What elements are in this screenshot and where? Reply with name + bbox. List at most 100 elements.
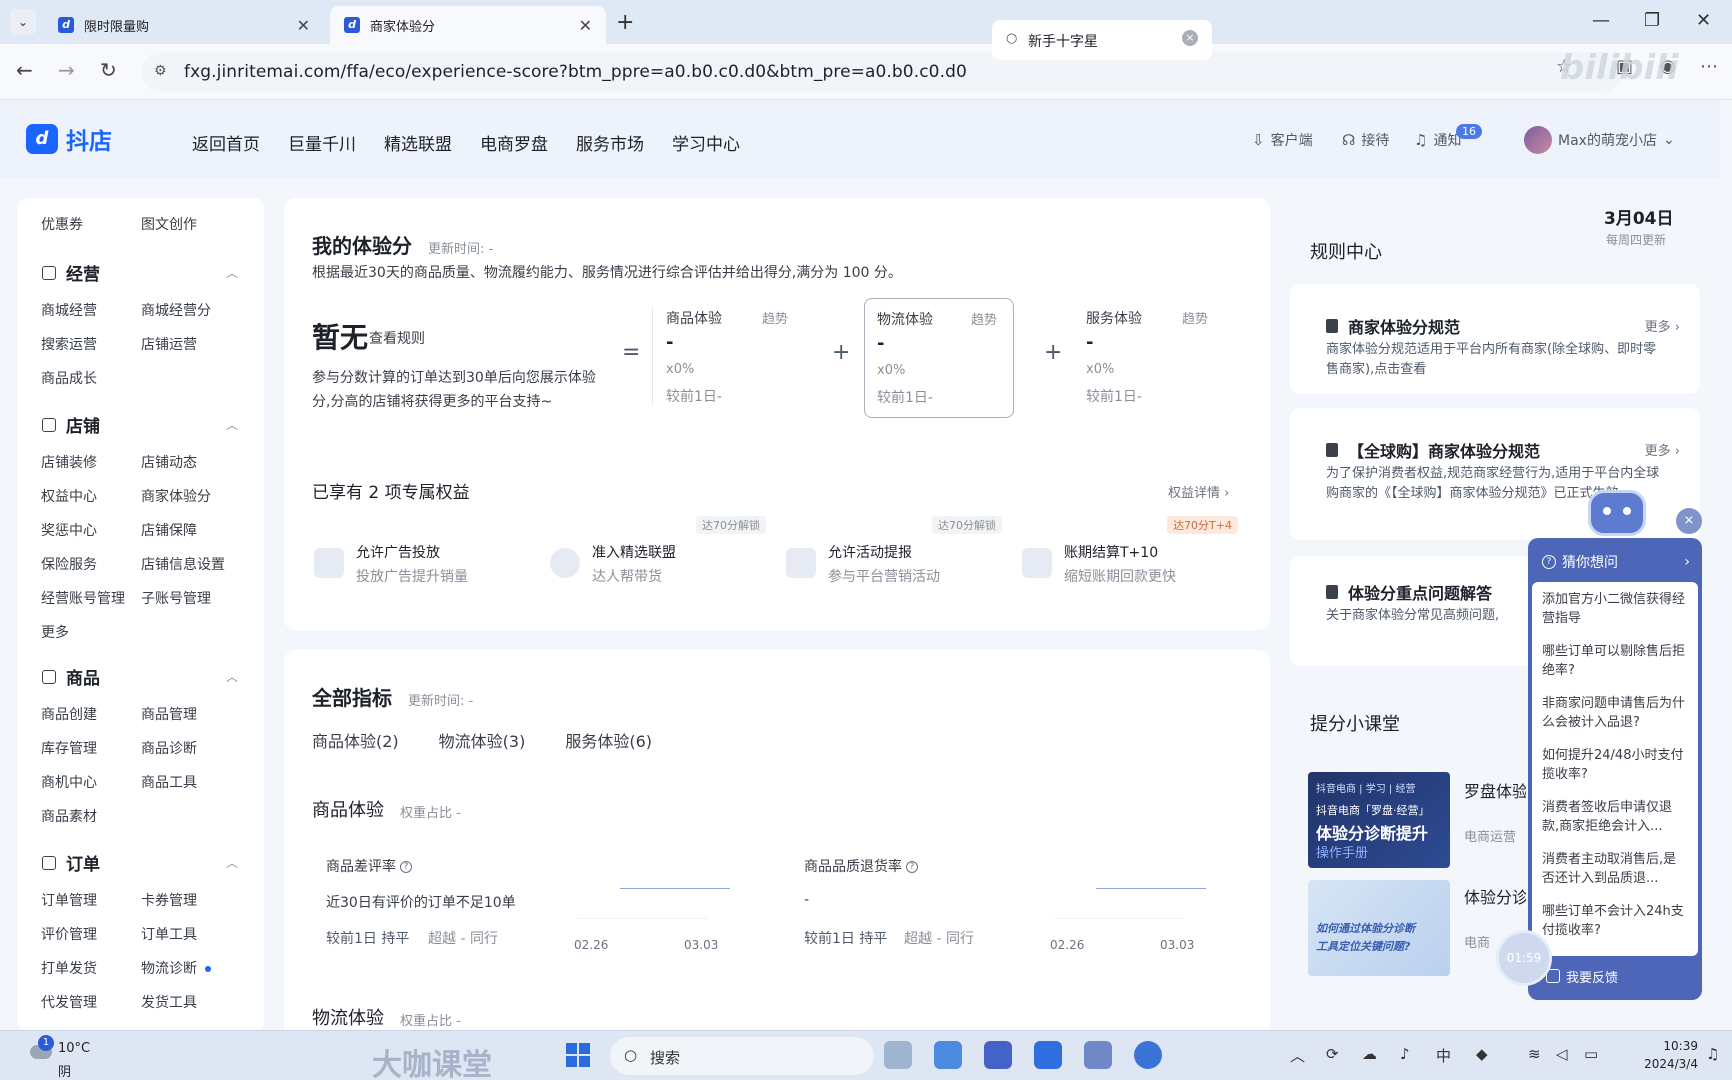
sidebar-item[interactable]: 发货工具 (141, 992, 197, 1012)
more-link[interactable]: 更多 › (1645, 440, 1680, 459)
view-rules-link[interactable]: 查看规则 (369, 328, 425, 348)
chevron-up-icon[interactable]: ︿ (226, 416, 238, 433)
sidebar-item[interactable]: 搜索运营 (41, 334, 97, 354)
chevron-up-icon[interactable]: ︿ (226, 264, 238, 281)
suggested-question[interactable]: 添加官方小二微信获得经营指导 (1542, 590, 1688, 628)
trend-link[interactable]: 趋势 (971, 309, 997, 328)
metric-service[interactable]: 服务体验 趋势 - x0% 较前1日- (1074, 298, 1224, 418)
url-field[interactable]: ⚙ fxg.jinritemai.com/ffa/eco/experience-… (142, 52, 1622, 92)
tab-logistics[interactable]: 物流体验(3) (439, 728, 526, 752)
logo[interactable]: d 抖店 (26, 122, 112, 156)
more-menu-icon[interactable]: ⋯ (1700, 56, 1718, 77)
app-icon[interactable] (1084, 1041, 1112, 1069)
sidebar-item[interactable]: 商品创建 (41, 704, 97, 724)
sidebar-item[interactable]: 店铺动态 (141, 452, 197, 472)
metric-product[interactable]: 商品体验 趋势 - x0% 较前1日- (654, 298, 804, 418)
sidebar-item[interactable]: 商品成长 (41, 368, 97, 388)
new-tab-button[interactable]: + (616, 10, 634, 35)
system-clock[interactable]: 10:39 2024/3/4 (1626, 1037, 1698, 1073)
assistant-header[interactable]: ? 猜你想问 › (1532, 542, 1698, 582)
sidebar-item-logistics-diagnosis[interactable]: 物流诊断 (141, 958, 211, 978)
nav-compass[interactable]: 电商罗盘 (480, 130, 548, 155)
minimize-button[interactable]: — (1592, 10, 1610, 31)
reception-button[interactable]: ☊ 接待 (1342, 130, 1389, 150)
tab-service[interactable]: 服务体验(6) (565, 728, 652, 752)
sidebar-item[interactable]: 商机中心 (41, 772, 97, 792)
suggested-question[interactable]: 消费者签收后申请仅退款,商家拒绝会计入... (1542, 798, 1688, 836)
microphone-icon[interactable]: ♪ (1400, 1045, 1410, 1063)
sidebar-item[interactable]: 店铺保障 (141, 520, 197, 540)
browser-app-icon[interactable] (1134, 1041, 1162, 1069)
help-icon[interactable]: ? (906, 861, 918, 873)
course-name[interactable]: 体验分诊断教程系列 (1464, 884, 1526, 908)
metric-logistics[interactable]: 物流体验 趋势 - x0% 较前1日- (864, 298, 1014, 418)
sidebar-item[interactable]: 保险服务 (41, 554, 97, 574)
forward-icon[interactable]: → (58, 58, 75, 82)
sidebar-item[interactable]: 库存管理 (41, 738, 97, 758)
site-info-icon[interactable]: ⚙ (154, 63, 167, 79)
sidebar-group-order[interactable]: 订单 (42, 850, 100, 875)
tab-list-button[interactable]: ⌄ (10, 9, 36, 35)
sidebar-item[interactable]: 商品素材 (41, 806, 97, 826)
sidebar-item[interactable]: 订单管理 (41, 890, 97, 910)
sidebar-item[interactable]: 店铺信息设置 (141, 554, 225, 574)
suggested-question[interactable]: 如何提升24/48小时支付揽收率? (1542, 746, 1688, 784)
sidebar-item[interactable]: 奖惩中心 (41, 520, 97, 540)
notification-button[interactable]: ♫ 通知 (1414, 130, 1461, 150)
nav-learning[interactable]: 学习中心 (672, 130, 740, 155)
windows-start-icon[interactable] (566, 1043, 590, 1067)
sidebar-item[interactable]: 经营账号管理 (41, 588, 125, 608)
sidebar-item[interactable]: 商城经营 (41, 300, 97, 320)
help-icon[interactable]: ? (400, 861, 412, 873)
suggested-question[interactable]: 哪些订单不会计入24h支付揽收率? (1542, 902, 1688, 940)
rule-card[interactable]: 商家体验分规范 更多 › 商家体验分规范适用于平台内所有商家(除全球购、即时零售… (1290, 284, 1700, 394)
sidebar-item-content[interactable]: 图文创作 (141, 214, 197, 234)
course-thumbnail[interactable]: 抖音电商 | 学习 | 经营 抖音电商「罗盘·经营」 体验分诊断提升 操作手册 (1308, 772, 1450, 868)
sidebar-item-more[interactable]: 更多 (41, 622, 69, 642)
nav-home[interactable]: 返回首页 (192, 130, 260, 155)
sidebar-item[interactable]: 卡券管理 (141, 890, 197, 910)
close-window-button[interactable]: ✕ (1696, 10, 1711, 31)
suggested-question[interactable]: 消费者主动取消售后,是否还计入到品质退... (1542, 850, 1688, 888)
input-method-icon[interactable]: 中 (1436, 1045, 1451, 1066)
restore-button[interactable]: ❐ (1644, 10, 1660, 31)
tab-product[interactable]: 商品体验(2) (312, 728, 399, 752)
reload-icon[interactable]: ↻ (100, 58, 117, 82)
sidebar-item[interactable]: 评价管理 (41, 924, 97, 944)
sidebar-item[interactable]: 代发管理 (41, 992, 97, 1012)
search-input[interactable]: ○ 新手十字星 × (992, 20, 1212, 60)
app-icon[interactable] (1034, 1041, 1062, 1069)
sidebar-group-product[interactable]: 商品 (42, 664, 100, 689)
trend-link[interactable]: 趋势 (762, 308, 788, 327)
sidebar-group-operation[interactable]: 经营 (42, 260, 100, 285)
sync-icon[interactable]: ⟳ (1326, 1045, 1339, 1063)
sidebar-item[interactable]: 权益中心 (41, 486, 97, 506)
sidebar-item[interactable]: 商品工具 (141, 772, 197, 792)
wifi-icon[interactable]: ≋ (1528, 1045, 1541, 1063)
nav-alliance[interactable]: 精选联盟 (384, 130, 452, 155)
sidebar-item[interactable]: 商品管理 (141, 704, 197, 724)
suggested-question[interactable]: 非商家问题申请售后为什么会被计入品退? (1542, 694, 1688, 732)
sidebar-item[interactable]: 店铺装修 (41, 452, 97, 472)
chevron-up-icon[interactable]: ︿ (1290, 1045, 1305, 1066)
nav-qianchuan[interactable]: 巨量千川 (288, 130, 356, 155)
sidebar-item[interactable]: 店铺运营 (141, 334, 197, 354)
client-button[interactable]: ⇩ 客户端 (1252, 130, 1313, 150)
browser-tab[interactable]: d 限时限量购 ✕ (44, 6, 324, 44)
sidebar-item-experience-score[interactable]: 商家体验分 (141, 486, 211, 506)
more-link[interactable]: 更多 › (1645, 316, 1680, 335)
battery-icon[interactable]: ▭ (1584, 1045, 1598, 1063)
sidebar-group-shop[interactable]: 店铺 (42, 412, 100, 437)
perks-detail-link[interactable]: 权益详情 › (1168, 482, 1229, 501)
sidebar-item[interactable]: 商品诊断 (141, 738, 197, 758)
cloud-icon[interactable]: ☁ (1362, 1045, 1377, 1063)
volume-icon[interactable]: ◁ (1556, 1045, 1568, 1063)
close-tab-icon[interactable]: ✕ (297, 16, 310, 35)
nav-service-market[interactable]: 服务市场 (576, 130, 644, 155)
assistant-robot-icon[interactable] (1588, 490, 1646, 536)
close-icon[interactable]: ⨯ (1676, 508, 1702, 534)
shop-account-menu[interactable]: Max的萌宠小店 ⌄ (1524, 126, 1675, 154)
floating-timer[interactable]: 01:59 (1496, 930, 1552, 986)
course-name[interactable]: 罗盘体验分手册 (1464, 778, 1526, 802)
back-icon[interactable]: ← (16, 58, 33, 82)
